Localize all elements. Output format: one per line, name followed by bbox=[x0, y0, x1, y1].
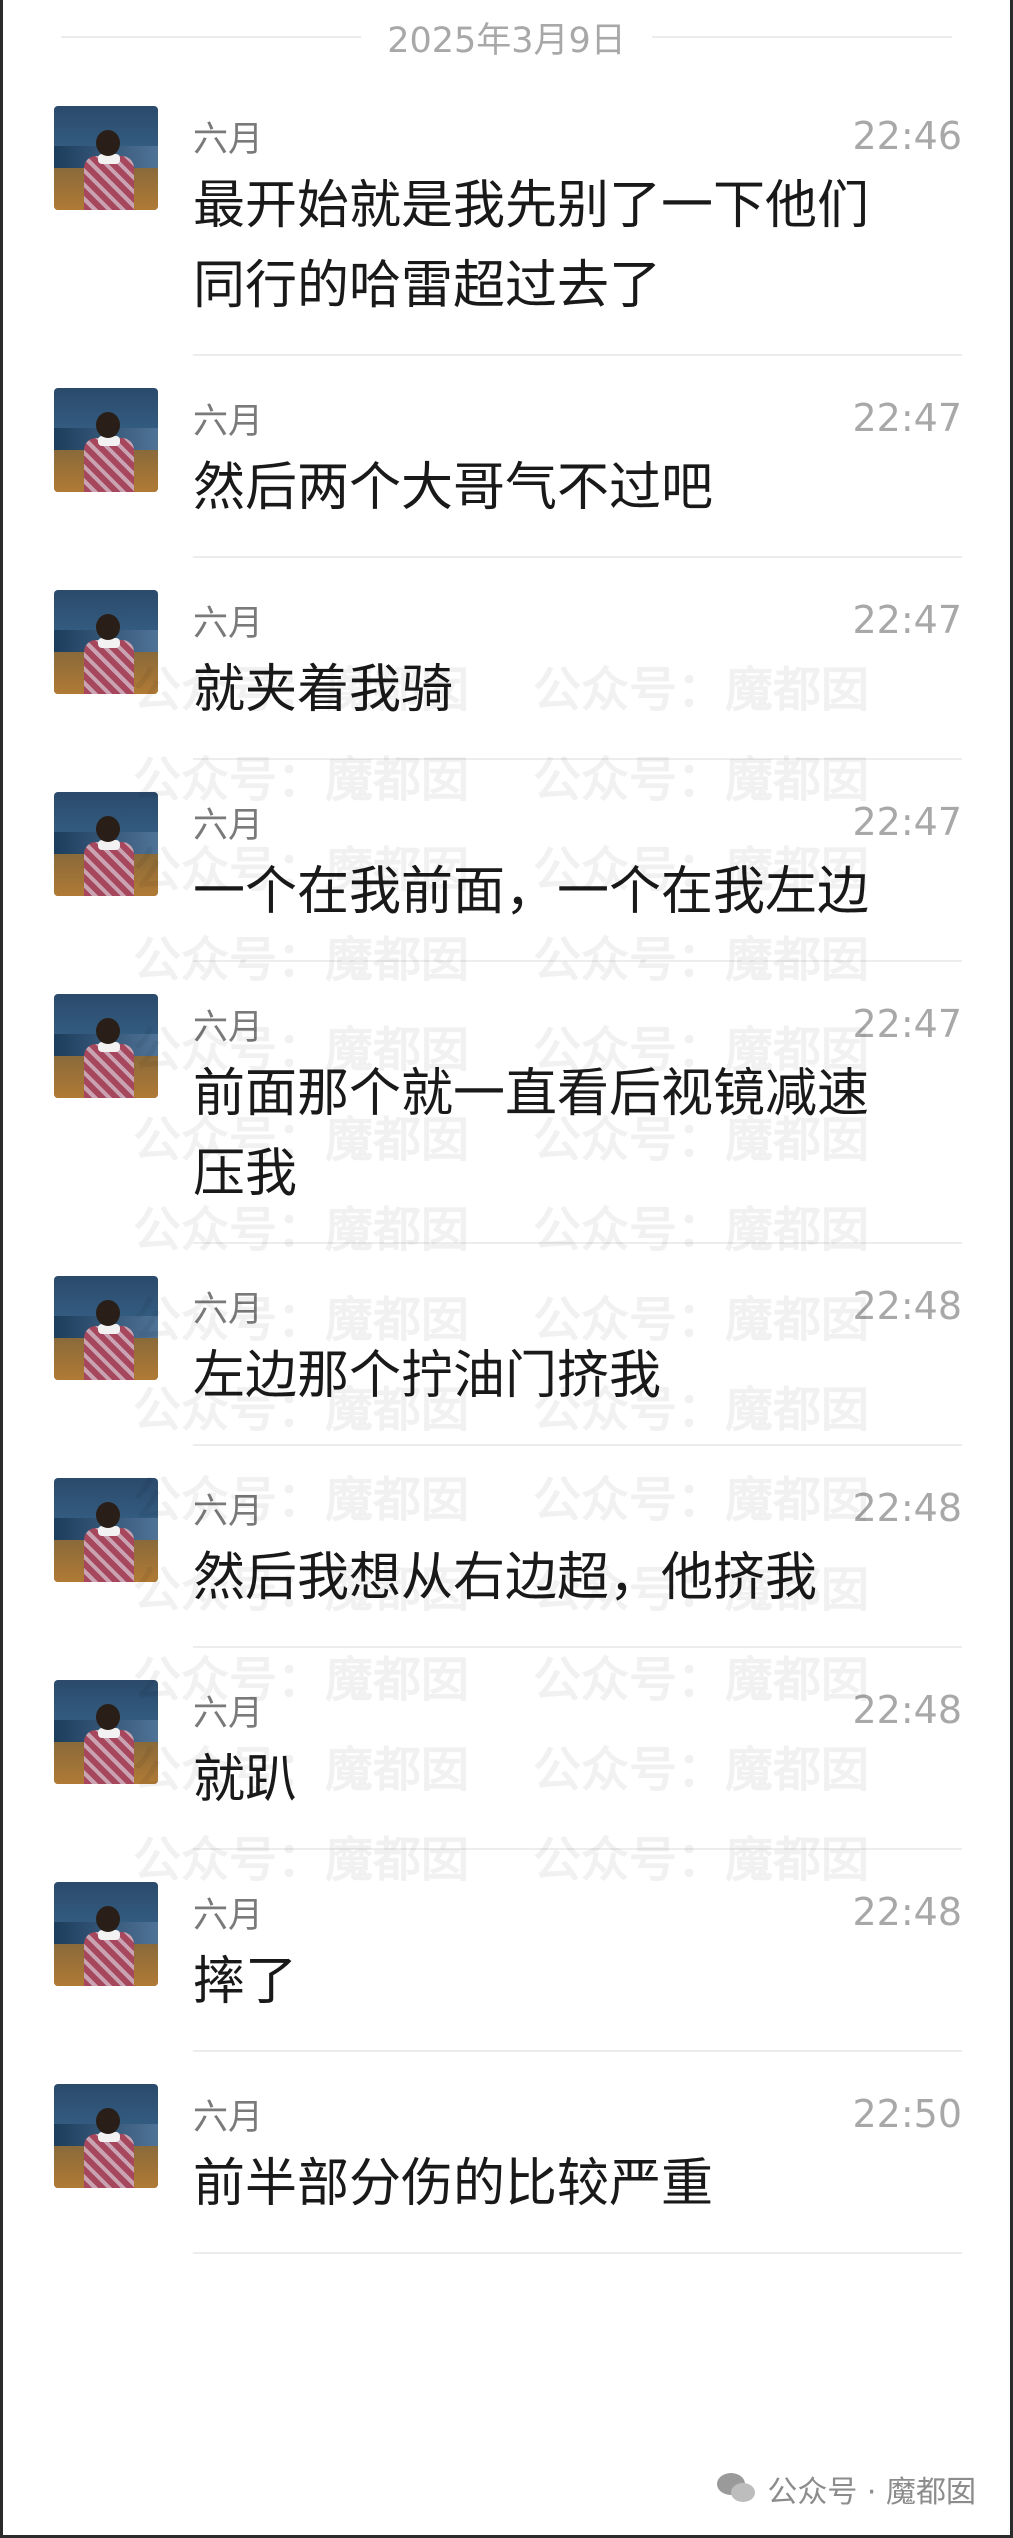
message-time: 22:47 bbox=[852, 598, 962, 642]
divider-line-left bbox=[61, 36, 362, 38]
sender-name: 六月 bbox=[193, 805, 264, 846]
message-text: 就夹着我骑 bbox=[193, 660, 454, 720]
sender-name: 六月 bbox=[193, 1289, 264, 1330]
message-item[interactable]: 六月 22:47 就夹着我骑 bbox=[3, 558, 1010, 760]
avatar[interactable] bbox=[54, 106, 158, 210]
divider-line-right bbox=[651, 36, 952, 38]
sender-name: 六月 bbox=[193, 1491, 264, 1532]
message-item[interactable]: 六月 22:46 最开始就是我先别了一下他们 同行的哈雷超过去了 bbox=[3, 74, 1010, 356]
message-meta: 六月 22:48 bbox=[193, 1884, 962, 1940]
avatar[interactable] bbox=[54, 388, 158, 492]
message-text: 一个在我前面，一个在我左边 bbox=[193, 862, 870, 922]
message-text: 就趴 bbox=[193, 1750, 298, 1810]
message-meta: 六月 22:48 bbox=[193, 1682, 962, 1738]
message-time: 22:48 bbox=[852, 1486, 962, 1530]
avatar[interactable] bbox=[54, 792, 158, 896]
message-item[interactable]: 六月 22:47 然后两个大哥气不过吧 bbox=[3, 356, 1010, 558]
message-meta: 六月 22:47 bbox=[193, 592, 962, 648]
sender-name: 六月 bbox=[193, 1693, 264, 1734]
message-time: 22:48 bbox=[852, 1688, 962, 1732]
sender-name: 六月 bbox=[193, 1895, 264, 1936]
message-time: 22:47 bbox=[852, 1002, 962, 1046]
message-text: 摔了 bbox=[193, 1952, 298, 2012]
message-text: 最开始就是我先别了一下他们 同行的哈雷超过去了 bbox=[193, 176, 870, 316]
message-meta: 六月 22:47 bbox=[193, 996, 962, 1052]
message-time: 22:46 bbox=[852, 114, 962, 158]
sender-name: 六月 bbox=[193, 603, 264, 644]
avatar[interactable] bbox=[54, 1882, 158, 1986]
message-meta: 六月 22:50 bbox=[193, 2086, 962, 2142]
footer-watermark: 公众号 · 魔都囡 bbox=[717, 2467, 976, 2511]
message-text: 然后两个大哥气不过吧 bbox=[193, 458, 714, 518]
message-meta: 六月 22:47 bbox=[193, 794, 962, 850]
sender-name: 六月 bbox=[193, 119, 264, 160]
message-text: 前面那个就一直看后视镜减速 压我 bbox=[193, 1064, 870, 1204]
message-time: 22:50 bbox=[852, 2092, 962, 2136]
date-divider: 2025年3月9日 bbox=[3, 0, 1010, 74]
message-time: 22:47 bbox=[852, 800, 962, 844]
message-item[interactable]: 六月 22:48 左边那个拧油门挤我 bbox=[3, 1244, 1010, 1446]
message-item[interactable]: 六月 22:48 摔了 bbox=[3, 1850, 1010, 2052]
sender-name: 六月 bbox=[193, 401, 264, 442]
avatar[interactable] bbox=[54, 1680, 158, 1784]
message-text: 然后我想从右边超，他挤我 bbox=[193, 1548, 818, 1608]
message-item[interactable]: 六月 22:48 然后我想从右边超，他挤我 bbox=[3, 1446, 1010, 1648]
message-list: 六月 22:46 最开始就是我先别了一下他们 同行的哈雷超过去了 六月 22:47 然后两… bbox=[3, 74, 1010, 2254]
message-time: 22:48 bbox=[852, 1890, 962, 1934]
message-item[interactable]: 六月 22:50 前半部分伤的比较严重 bbox=[3, 2052, 1010, 2254]
message-separator bbox=[193, 2252, 962, 2254]
message-text: 左边那个拧油门挤我 bbox=[193, 1346, 662, 1406]
message-time: 22:48 bbox=[852, 1284, 962, 1328]
message-item[interactable]: 六月 22:47 前面那个就一直看后视镜减速 压我 bbox=[3, 962, 1010, 1244]
sender-name: 六月 bbox=[193, 1007, 264, 1048]
sender-name: 六月 bbox=[193, 2097, 264, 2138]
message-meta: 六月 22:48 bbox=[193, 1480, 962, 1536]
message-meta: 六月 22:46 bbox=[193, 108, 962, 164]
message-meta: 六月 22:48 bbox=[193, 1278, 962, 1334]
message-time: 22:47 bbox=[852, 396, 962, 440]
footer-label: 公众号 · 魔都囡 bbox=[767, 2475, 976, 2510]
chat-history-panel: 2025年3月9日 六月 22:46 最开始就是我先别了一下他们 同行的哈雷超过去了… bbox=[0, 0, 1013, 2538]
avatar[interactable] bbox=[54, 2084, 158, 2188]
message-meta: 六月 22:47 bbox=[193, 390, 962, 446]
avatar[interactable] bbox=[54, 1276, 158, 1380]
avatar[interactable] bbox=[54, 590, 158, 694]
message-text: 前半部分伤的比较严重 bbox=[193, 2154, 714, 2214]
avatar[interactable] bbox=[54, 1478, 158, 1582]
message-item[interactable]: 六月 22:47 一个在我前面，一个在我左边 bbox=[3, 760, 1010, 962]
wechat-icon bbox=[717, 2473, 757, 2505]
date-label: 2025年3月9日 bbox=[387, 20, 626, 61]
avatar[interactable] bbox=[54, 994, 158, 1098]
message-item[interactable]: 六月 22:48 就趴 bbox=[3, 1648, 1010, 1850]
